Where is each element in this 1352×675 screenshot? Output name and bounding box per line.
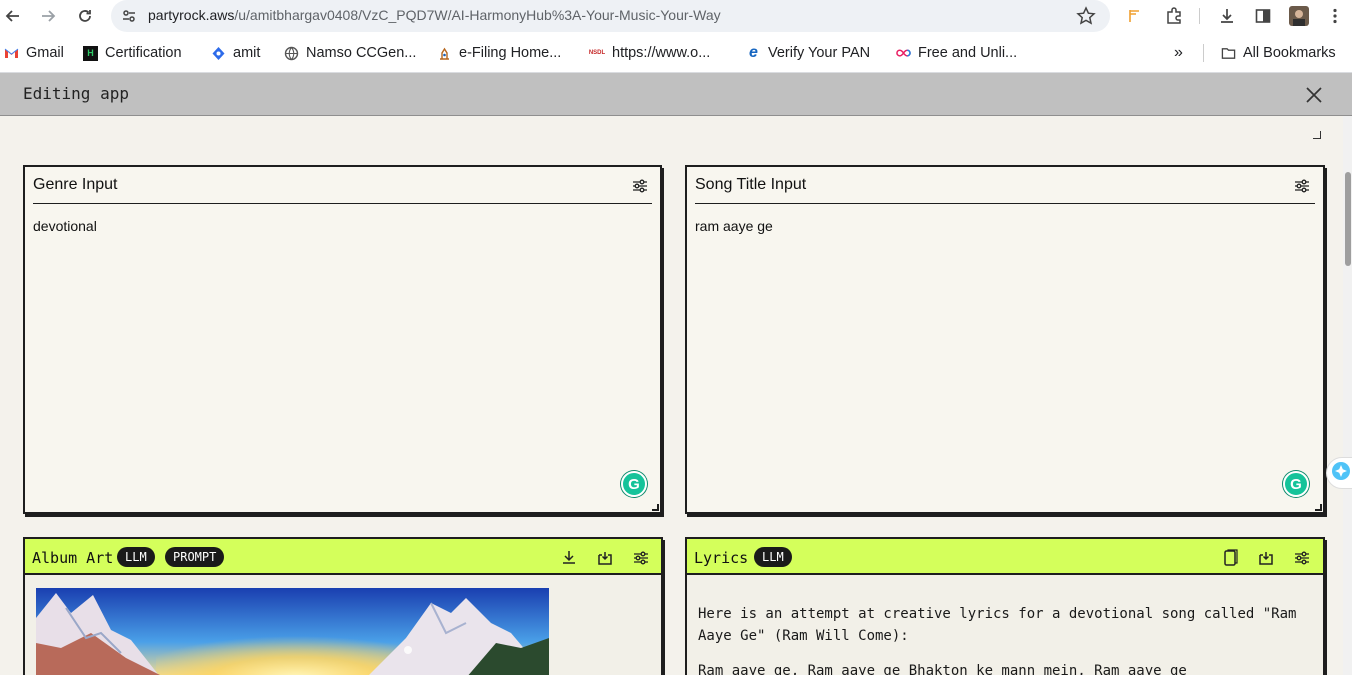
regenerate-icon[interactable] <box>1256 548 1276 568</box>
bookmarks-bar: Gmail H Certification amit Namso CCGen..… <box>0 32 1352 73</box>
canvas-resize-handle[interactable] <box>1313 131 1321 139</box>
editing-title: Editing app <box>23 84 129 103</box>
lyrics-output: Here is an attempt at creative lyrics fo… <box>698 603 1308 675</box>
assistant-icon <box>1331 461 1351 485</box>
folder-icon <box>1221 46 1236 61</box>
widget-header: Lyrics LLM <box>687 539 1323 575</box>
bookmark-label: amit <box>233 45 261 61</box>
widget-title: Album Art <box>32 549 114 567</box>
prompt-badge[interactable]: PROMPT <box>165 547 225 567</box>
regenerate-icon[interactable] <box>595 548 615 568</box>
bookmarks-overflow-button[interactable]: » <box>1174 43 1183 63</box>
llm-badge: LLM <box>754 547 792 567</box>
widget-divider <box>33 203 652 204</box>
bookmarks-divider <box>1203 44 1204 62</box>
bookmark-label: Certification <box>105 45 182 61</box>
settings-sliders-icon[interactable] <box>630 176 650 196</box>
assistant-floating-button[interactable] <box>1326 457 1352 489</box>
toolbar-divider <box>1199 8 1200 24</box>
bookmark-nsdl[interactable]: NSDL https://www.o... <box>588 43 711 63</box>
kebab-menu-icon[interactable] <box>1323 4 1347 28</box>
all-bookmarks-button[interactable]: All Bookmarks <box>1221 43 1336 63</box>
bookmark-gmail[interactable]: Gmail <box>4 43 64 63</box>
album-art-widget[interactable]: Album Art LLM PROMPT <box>23 537 663 675</box>
bookmark-star-icon[interactable] <box>1076 6 1096 30</box>
profile-avatar[interactable] <box>1287 4 1311 28</box>
grammarly-icon[interactable]: G <box>621 471 647 497</box>
url-text: partyrock.aws/u/amitbhargav0408/VzC_PQD7… <box>148 7 721 23</box>
settings-sliders-icon[interactable] <box>1292 548 1312 568</box>
song-title-input-field[interactable]: ram aaye ge <box>695 218 773 234</box>
llm-badge: LLM <box>117 547 155 567</box>
lyrics-paragraph: Here is an attempt at creative lyrics fo… <box>698 606 1297 644</box>
bookmark-label: e-Filing Home... <box>459 45 562 61</box>
back-icon[interactable] <box>1 4 25 28</box>
bookmark-verify-pan[interactable]: e Verify Your PAN <box>746 43 870 63</box>
widget-title: Song Title Input <box>695 176 807 193</box>
download-icon[interactable] <box>1215 4 1239 28</box>
genre-input-field[interactable]: devotional <box>33 218 97 234</box>
forward-icon[interactable] <box>36 4 60 28</box>
side-panel-icon[interactable] <box>1251 4 1275 28</box>
nsdl-icon: NSDL <box>588 50 606 56</box>
widget-header: Album Art LLM PROMPT <box>25 539 661 575</box>
resize-handle[interactable] <box>652 504 659 511</box>
bookmark-certification[interactable]: H Certification <box>83 43 182 63</box>
reload-icon[interactable] <box>73 4 97 28</box>
download-icon[interactable] <box>559 548 579 568</box>
extension-flag-icon[interactable] <box>1124 4 1148 28</box>
address-bar[interactable]: partyrock.aws/u/amitbhargav0408/VzC_PQD7… <box>111 0 1110 32</box>
bookmark-label: Free and Unli... <box>918 45 1018 61</box>
all-bookmarks-label: All Bookmarks <box>1243 45 1336 61</box>
widget-title: Genre Input <box>33 176 118 193</box>
widget-divider <box>695 203 1315 204</box>
site-info-icon[interactable] <box>121 8 137 28</box>
song-title-input-widget[interactable]: Song Title Input ram aaye ge G <box>685 165 1325 514</box>
bookmark-label: Namso CCGen... <box>306 45 417 61</box>
close-icon[interactable] <box>1302 83 1326 107</box>
diamond-icon <box>211 46 226 61</box>
bookmark-label: Verify Your PAN <box>768 45 871 61</box>
bookmark-free-unli[interactable]: Free and Unli... <box>896 43 1017 63</box>
gmail-icon <box>4 46 19 61</box>
album-art-image <box>36 588 549 675</box>
bookmark-amit[interactable]: amit <box>211 43 260 63</box>
genre-input-widget[interactable]: Genre Input devotional G <box>23 165 662 514</box>
bookmark-label: https://www.o... <box>612 45 711 61</box>
copy-icon[interactable] <box>1220 548 1240 568</box>
settings-sliders-icon[interactable] <box>1292 176 1312 196</box>
bookmark-efiling[interactable]: e-Filing Home... <box>437 43 561 63</box>
globe-icon <box>284 46 299 61</box>
bookmark-label: Gmail <box>26 45 64 61</box>
e-icon: e <box>749 44 758 61</box>
lyrics-paragraph: Ram aaye ge, Ram aaye ge Bhakton ke mann… <box>698 663 1187 675</box>
emblem-icon <box>437 46 452 61</box>
scrollbar-thumb[interactable] <box>1345 172 1351 266</box>
hackerrank-icon: H <box>83 45 98 61</box>
editing-header: Editing app <box>0 73 1352 116</box>
settings-sliders-icon[interactable] <box>631 548 651 568</box>
grammarly-icon[interactable]: G <box>1283 471 1309 497</box>
url-host: partyrock.aws <box>148 7 235 23</box>
infinity-icon <box>896 46 911 61</box>
url-path: /u/amitbhargav0408/VzC_PQD7W/AI-HarmonyH… <box>234 7 721 23</box>
browser-toolbar: partyrock.aws/u/amitbhargav0408/VzC_PQD7… <box>0 0 1352 32</box>
bookmark-namso[interactable]: Namso CCGen... <box>284 43 416 63</box>
widget-title: Lyrics <box>694 549 749 567</box>
resize-handle[interactable] <box>1315 504 1322 511</box>
lyrics-widget[interactable]: Lyrics LLM Here is an attempt at creativ… <box>685 537 1325 675</box>
extensions-puzzle-icon[interactable] <box>1162 4 1186 28</box>
